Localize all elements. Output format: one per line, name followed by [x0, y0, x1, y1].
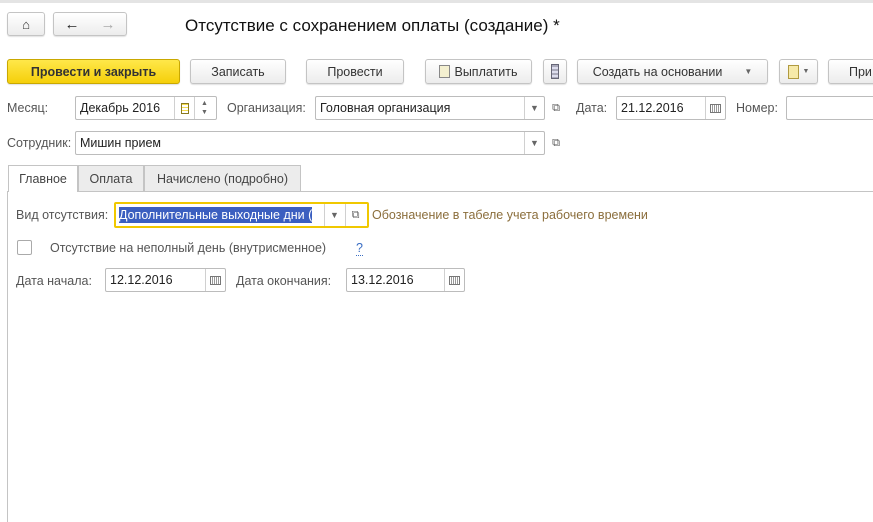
start-date-value: 12.12.2016	[110, 273, 173, 287]
calendar-icon[interactable]	[705, 97, 725, 119]
date-field[interactable]: 21.12.2016	[616, 96, 726, 120]
chevron-down-icon[interactable]: ▼	[524, 97, 544, 119]
arrow-right-icon[interactable]: →	[101, 16, 116, 33]
window-top-strip	[0, 0, 873, 3]
home-icon: ⌂	[22, 16, 30, 32]
month-field[interactable]: Декабрь 2016 ▲ ▼	[75, 96, 217, 120]
chevron-down-icon: ▼	[802, 68, 810, 75]
employee-field[interactable]: Мишин прием ▼	[75, 131, 545, 155]
open-absence-type-icon[interactable]: ⧉	[345, 204, 365, 226]
document-icon	[787, 64, 799, 79]
date-label: Дата:	[576, 101, 608, 115]
document-journal-button[interactable]	[543, 59, 567, 84]
employee-label: Сотрудник:	[7, 136, 72, 150]
number-field[interactable]	[786, 96, 873, 120]
date-value: 21.12.2016	[621, 101, 684, 115]
pay-label: Выплатить	[454, 64, 518, 79]
pay-button[interactable]: Выплатить	[425, 59, 532, 84]
absence-type-field[interactable]: Дополнительные выходные дни ( ▼ ⧉	[114, 202, 369, 228]
end-date-field[interactable]: 13.12.2016	[346, 268, 465, 292]
save-button[interactable]: Записать	[190, 59, 286, 84]
nav-buttons: ← →	[53, 12, 127, 36]
create-based-label: Создать на основании	[592, 64, 723, 79]
partial-day-label: Отсутствие на неполный день (внутрисменн…	[50, 241, 327, 255]
employee-value: Мишин прием	[80, 136, 162, 150]
open-organization-icon[interactable]: ⧉	[547, 97, 565, 119]
month-spinner[interactable]: ▲ ▼	[194, 97, 214, 119]
absence-hint: Обозначение в табеле учета рабочего врем…	[372, 208, 648, 222]
chevron-down-icon: ▼	[744, 67, 753, 76]
journal-icon	[551, 64, 559, 79]
arrow-left-icon[interactable]: ←	[65, 16, 80, 33]
print-forms-button[interactable]: ▼	[779, 59, 818, 84]
absence-type-label: Вид отсутствия:	[16, 208, 109, 222]
month-calendar-icon[interactable]	[174, 97, 194, 119]
post-button[interactable]: Провести	[306, 59, 404, 84]
post-and-close-button[interactable]: Провести и закрыть	[7, 59, 180, 84]
payment-doc-icon	[439, 65, 451, 78]
tab-accrued-details[interactable]: Начислено (подробно)	[144, 165, 301, 191]
chevron-down-icon[interactable]: ▼	[324, 204, 344, 226]
tab-main[interactable]: Главное	[8, 165, 78, 192]
calendar-icon[interactable]	[205, 269, 225, 291]
month-value: Декабрь 2016	[80, 101, 161, 115]
help-link[interactable]: ?	[356, 241, 363, 256]
partial-day-checkbox[interactable]	[17, 240, 32, 255]
end-date-label: Дата окончания:	[236, 274, 332, 288]
absence-type-value: Дополнительные выходные дни (	[119, 207, 313, 223]
calendar-icon[interactable]	[444, 269, 464, 291]
start-date-label: Дата начала:	[16, 274, 92, 288]
organization-label: Организация:	[227, 101, 306, 115]
start-date-field[interactable]: 12.12.2016	[105, 268, 226, 292]
open-employee-icon[interactable]: ⧉	[547, 132, 565, 154]
number-label: Номер:	[736, 101, 778, 115]
print-button[interactable]: При	[828, 59, 873, 84]
page-title: Отсутствие с сохранением оплаты (создани…	[185, 16, 560, 35]
organization-field[interactable]: Головная организация ▼	[315, 96, 545, 120]
end-date-value: 13.12.2016	[351, 273, 414, 287]
chevron-down-icon[interactable]: ▼	[524, 132, 544, 154]
tab-payment[interactable]: Оплата	[78, 165, 144, 191]
month-label: Месяц:	[7, 101, 49, 115]
create-based-on-button[interactable]: Создать на основании ▼	[577, 59, 768, 84]
organization-value: Головная организация	[320, 101, 451, 115]
home-button[interactable]: ⌂	[7, 12, 45, 36]
